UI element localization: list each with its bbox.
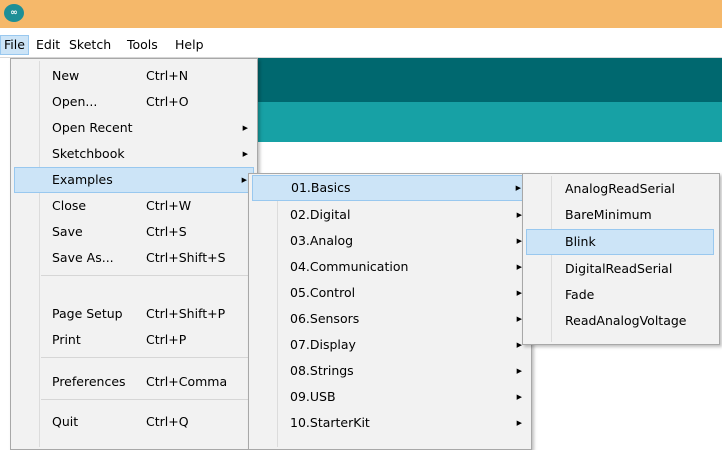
menu-item-sketchbook[interactable]: Sketchbook ▶ [11, 141, 257, 167]
menu-item-shortcut: Ctrl+O [146, 94, 189, 109]
menu-item-shortcut: Ctrl+S [146, 224, 187, 239]
menu-item-label: Sketchbook [52, 146, 125, 161]
menu-item-fade[interactable]: Fade [523, 282, 719, 308]
submenu-arrow-icon: ▶ [242, 150, 248, 158]
menu-item-label: Save [52, 224, 83, 239]
menu-item-basics[interactable]: 01.Basics ▶ [252, 175, 528, 201]
menu-item-display[interactable]: 07.Display ▶ [249, 332, 531, 358]
menu-item-label: Close [52, 198, 87, 213]
examples-submenu: 01.Basics ▶ 02.Digital ▶ 03.Analog ▶ 04.… [248, 173, 532, 450]
menu-item-label: 01.Basics [291, 180, 351, 195]
menu-item-control[interactable]: 05.Control ▶ [249, 280, 531, 306]
menu-item-shortcut: Ctrl+P [146, 332, 187, 347]
menu-item-label: Print [52, 332, 81, 347]
menu-item-label: Quit [52, 414, 79, 429]
menu-item-label: 04.Communication [290, 259, 409, 274]
menu-item-sensors[interactable]: 06.Sensors ▶ [249, 306, 531, 332]
submenu-arrow-icon: ▶ [241, 176, 247, 184]
menu-help[interactable]: Help [172, 35, 207, 55]
menu-separator [41, 399, 253, 400]
submenu-arrow-icon: ▶ [516, 393, 522, 401]
menu-item-label: AnalogReadSerial [565, 181, 675, 196]
menu-item-label: 08.Strings [290, 363, 354, 378]
submenu-arrow-icon: ▶ [242, 124, 248, 132]
menu-item-shortcut: Ctrl+W [146, 198, 192, 213]
menu-item-label: BareMinimum [565, 207, 652, 222]
menu-item-label: 05.Control [290, 285, 356, 300]
menu-item-label: Examples [52, 172, 113, 187]
menu-item-label: 10.StarterKit [290, 415, 370, 430]
menu-item-starterkit[interactable]: 10.StarterKit ▶ [249, 410, 531, 436]
menu-item-shortcut: Ctrl+Shift+S [146, 250, 226, 265]
title-bar: ∞ [0, 0, 722, 28]
menu-item-preferences[interactable]: Preferences Ctrl+Comma [11, 369, 257, 395]
menu-file[interactable]: File [0, 35, 29, 55]
menu-item-save[interactable]: Save Ctrl+S [11, 219, 257, 245]
submenu-arrow-icon: ▶ [516, 419, 522, 427]
menu-item-new[interactable]: New Ctrl+N [11, 63, 257, 89]
file-menu: New Ctrl+N Open... Ctrl+O Open Recent ▶ … [10, 58, 258, 450]
menu-item-label: 02.Digital [290, 207, 351, 222]
menu-item-label: 07.Display [290, 337, 356, 352]
menu-separator [41, 275, 253, 276]
menu-item-digitalreadserial[interactable]: DigitalReadSerial [523, 256, 719, 282]
menu-item-label: Preferences [52, 374, 126, 389]
menu-item-label: ReadAnalogVoltage [565, 313, 687, 328]
menu-item-close[interactable]: Close Ctrl+W [11, 193, 257, 219]
arduino-logo-icon: ∞ [4, 4, 24, 22]
menu-item-bareminimum[interactable]: BareMinimum [523, 202, 719, 228]
menu-item-save-as[interactable]: Save As... Ctrl+Shift+S [11, 245, 257, 271]
menu-item-page-setup[interactable]: Page Setup Ctrl+Shift+P [11, 301, 257, 327]
tab-bar [255, 102, 722, 142]
menu-item-label: Open Recent [52, 120, 133, 135]
menu-item-strings[interactable]: 08.Strings ▶ [249, 358, 531, 384]
menu-item-label: Blink [565, 234, 596, 249]
menu-edit[interactable]: Edit [33, 35, 63, 55]
menu-item-communication[interactable]: 04.Communication ▶ [249, 254, 531, 280]
menu-item-label: Save As... [52, 250, 114, 265]
menu-item-open[interactable]: Open... Ctrl+O [11, 89, 257, 115]
menu-item-readanalogvoltage[interactable]: ReadAnalogVoltage [523, 308, 719, 334]
menu-item-shortcut: Ctrl+Comma [146, 374, 228, 389]
menu-sketch[interactable]: Sketch [66, 35, 114, 55]
submenu-arrow-icon: ▶ [516, 367, 522, 375]
menu-item-label: Fade [565, 287, 595, 302]
menu-item-analog[interactable]: 03.Analog ▶ [249, 228, 531, 254]
menu-separator [41, 357, 253, 358]
menu-item-open-recent[interactable]: Open Recent ▶ [11, 115, 257, 141]
basics-submenu: AnalogReadSerial BareMinimum Blink Digit… [522, 173, 720, 345]
menu-item-label: DigitalReadSerial [565, 261, 673, 276]
menu-item-analogreadserial[interactable]: AnalogReadSerial [523, 176, 719, 202]
menu-item-usb[interactable]: 09.USB ▶ [249, 384, 531, 410]
submenu-arrow-icon: ▶ [515, 184, 521, 192]
menu-item-shortcut: Ctrl+N [146, 68, 189, 83]
menu-item-shortcut: Ctrl+Q [146, 414, 189, 429]
menu-tools[interactable]: Tools [124, 35, 161, 55]
menu-item-digital[interactable]: 02.Digital ▶ [249, 202, 531, 228]
menu-item-blink[interactable]: Blink [526, 229, 714, 255]
menu-item-print[interactable]: Print Ctrl+P [11, 327, 257, 353]
menu-item-label: 06.Sensors [290, 311, 360, 326]
menu-item-label: 03.Analog [290, 233, 354, 248]
menu-item-label: 09.USB [290, 389, 336, 404]
menu-item-quit[interactable]: Quit Ctrl+Q [11, 409, 257, 435]
toolbar [255, 58, 722, 102]
menu-item-examples[interactable]: Examples ▶ [14, 167, 254, 193]
menu-item-label: Page Setup [52, 306, 123, 321]
menu-bar: File Edit Sketch Tools Help [0, 32, 722, 58]
menu-item-shortcut: Ctrl+Shift+P [146, 306, 226, 321]
menu-item-label: New [52, 68, 80, 83]
menu-item-label: Open... [52, 94, 98, 109]
